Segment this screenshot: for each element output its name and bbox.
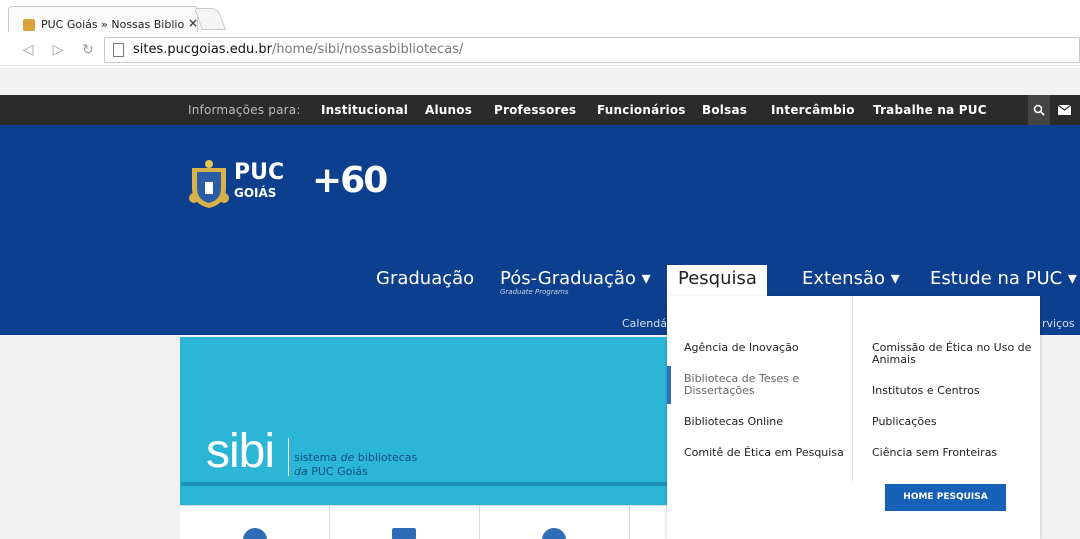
new-tab-button[interactable] bbox=[193, 8, 227, 30]
info-link-institucional[interactable]: Institucional bbox=[321, 103, 408, 117]
url-domain: sites.pucgoias.edu.br bbox=[133, 42, 272, 57]
subnav-calendario[interactable]: Calendá bbox=[622, 317, 667, 330]
nav-graduacao[interactable]: Graduação bbox=[376, 268, 474, 289]
info-link-funcionarios[interactable]: Funcionários bbox=[597, 103, 686, 117]
info-label: Informações para: bbox=[188, 103, 301, 117]
sibi-sub-em: da bbox=[294, 465, 308, 478]
home-pesquisa-button[interactable]: HOME PESQUISA bbox=[885, 484, 1006, 511]
address-bar[interactable]: sites.pucgoias.edu.br/home/sibi/nossasbi… bbox=[104, 37, 1080, 63]
nav-pos-graduacao[interactable]: Pós-Graduação ▾ bbox=[500, 268, 651, 289]
url-text[interactable]: sites.pucgoias.edu.br/home/sibi/nossasbi… bbox=[133, 42, 463, 57]
page-icon bbox=[113, 43, 124, 57]
dropdown-active-indicator bbox=[667, 366, 671, 404]
dropdown-item-bibliotecas-online[interactable]: Bibliotecas Online bbox=[684, 416, 844, 428]
sibi-divider bbox=[288, 438, 289, 476]
sibi-banner[interactable] bbox=[180, 337, 670, 505]
info-link-bolsas[interactable]: Bolsas bbox=[702, 103, 747, 117]
search-icon[interactable] bbox=[1028, 95, 1050, 125]
page-top-gap bbox=[0, 67, 1080, 95]
browser-toolbar: ◁ ▷ ↻ sites.pucgoias.edu.br/home/sibi/no… bbox=[0, 34, 1080, 66]
url-path: /home/sibi/nossasbibliotecas/ bbox=[271, 42, 464, 57]
favicon-icon bbox=[23, 19, 35, 31]
nav-extensao[interactable]: Extensão ▾ bbox=[802, 268, 900, 289]
sibi-sub-text: sistema bbox=[294, 451, 341, 464]
sibi-subtitle-line2: da PUC Goiás bbox=[294, 465, 368, 478]
sibi-sub-em: de bbox=[340, 451, 355, 464]
logo-60-text: +60 bbox=[312, 160, 388, 201]
logo-goias-text: GOIÁS bbox=[234, 186, 277, 200]
card-divider bbox=[629, 505, 630, 539]
subnav-servicos[interactable]: rviços bbox=[1042, 317, 1075, 330]
card-divider bbox=[479, 505, 480, 539]
dropdown-divider bbox=[852, 296, 853, 481]
puc-crest-logo[interactable] bbox=[188, 158, 230, 210]
calendar-icon[interactable] bbox=[392, 528, 416, 539]
page-root: PUC Goiás » Nossas Biblio × ◁ ▷ ↻ sites.… bbox=[0, 0, 1080, 539]
info-link-professores[interactable]: Professores bbox=[494, 103, 576, 117]
logo-puc-text: PUC bbox=[234, 160, 285, 185]
info-link-intercambio[interactable]: Intercâmbio bbox=[771, 103, 855, 117]
browser-tabstrip: PUC Goiás » Nossas Biblio × bbox=[0, 0, 1080, 34]
dropdown-item-institutos-centros[interactable]: Institutos e Centros bbox=[872, 385, 1032, 397]
info-link-alunos[interactable]: Alunos bbox=[425, 103, 472, 117]
back-icon[interactable]: ◁ bbox=[18, 41, 38, 59]
tab-close-icon[interactable]: × bbox=[188, 16, 198, 30]
forward-icon[interactable]: ▷ bbox=[48, 41, 68, 59]
dropdown-item-biblioteca-teses[interactable]: Biblioteca de Teses e Dissertações bbox=[684, 373, 804, 397]
dropdown-item-publicacoes[interactable]: Publicações bbox=[872, 416, 1032, 428]
banner-stripe bbox=[181, 482, 670, 486]
nav-pesquisa[interactable]: Pesquisa bbox=[678, 268, 757, 289]
mail-icon-glyph bbox=[1057, 104, 1071, 115]
sibi-title: sibi bbox=[206, 425, 275, 478]
info-bar: Informações para: Institucional Alunos P… bbox=[0, 95, 1080, 125]
nav-pos-graduacao-sub: Graduate Programs bbox=[500, 288, 569, 296]
mail-icon[interactable] bbox=[1053, 95, 1075, 125]
tab-title: PUC Goiás » Nossas Biblio bbox=[41, 18, 185, 31]
sibi-subtitle-line1: sistema de bibliotecas bbox=[294, 451, 417, 464]
sibi-sub-text: PUC Goiás bbox=[307, 465, 368, 478]
dropdown-item-agencia-inovacao[interactable]: Agência de Inovação bbox=[684, 342, 844, 354]
dropdown-item-ciencia-sem-fronteiras[interactable]: Ciência sem Fronteiras bbox=[872, 447, 1032, 459]
card-divider bbox=[329, 505, 330, 539]
dropdown-item-comite-etica[interactable]: Comitê de Ética em Pesquisa bbox=[684, 447, 849, 459]
search-icon-glyph bbox=[1033, 104, 1045, 116]
nav-estude-na-puc[interactable]: Estude na PUC ▾ bbox=[930, 268, 1077, 289]
sibi-sub-text: bibliotecas bbox=[354, 451, 418, 464]
info-link-trabalhe[interactable]: Trabalhe na PUC bbox=[873, 103, 987, 117]
reload-icon[interactable]: ↻ bbox=[78, 41, 98, 59]
dropdown-item-comissao-etica-animais[interactable]: Comissão de Ética no Uso de Animais bbox=[872, 342, 1032, 366]
browser-tab[interactable]: PUC Goiás » Nossas Biblio × bbox=[8, 6, 198, 32]
